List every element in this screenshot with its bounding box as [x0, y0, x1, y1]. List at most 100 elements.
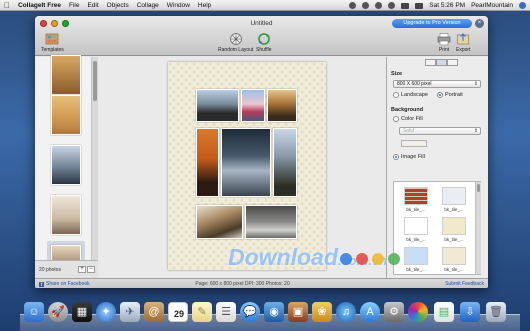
tiles-scroll-thumb[interactable]: [477, 184, 480, 192]
landscape-label: Landscape: [401, 92, 428, 98]
background-tiles-list: bk_tile_... bk_tile_... bk_tile_... bk_t…: [393, 181, 481, 275]
share-facebook-link[interactable]: f Share on Facebook: [39, 279, 90, 288]
upgrade-pro-button[interactable]: Upgrade to Pro Version: [392, 19, 472, 28]
collage-page[interactable]: [168, 62, 326, 270]
size-select[interactable]: 800 X 600 pixel ⇕: [393, 80, 481, 88]
tile-swatch[interactable]: [442, 247, 466, 265]
collage-photo[interactable]: [267, 89, 297, 122]
tab-page[interactable]: [436, 59, 447, 66]
downloads-stack-dock-icon[interactable]: ⇩: [460, 302, 480, 322]
portrait-option[interactable]: Portrait: [437, 92, 463, 98]
collage-photo[interactable]: [241, 89, 265, 122]
photo-thumbnail[interactable]: [51, 95, 81, 135]
shuffle-button[interactable]: Shuffle: [256, 32, 271, 53]
bluetooth-icon[interactable]: [362, 2, 370, 9]
search-icon[interactable]: [519, 2, 526, 9]
select-arrows-icon: ⇕: [473, 128, 478, 134]
contacts-dock-icon[interactable]: @: [144, 302, 164, 322]
time-machine-icon[interactable]: [349, 2, 357, 9]
menubar-clock[interactable]: Sat 5:26 PM: [429, 2, 465, 9]
fill-type-value: Solid: [403, 128, 415, 134]
color-well[interactable]: [401, 140, 427, 147]
tile-swatch[interactable]: [442, 187, 466, 205]
tile-swatch[interactable]: [404, 217, 428, 235]
menubar-user[interactable]: PearlMountain: [471, 2, 513, 9]
tile-label: bk_tile_...: [444, 237, 464, 242]
print-button[interactable]: Print: [437, 32, 451, 53]
wifi-icon[interactable]: [375, 2, 383, 9]
menu-file[interactable]: File: [69, 2, 79, 9]
flag-icon[interactable]: [415, 2, 424, 9]
calendar-dock-icon[interactable]: 29: [168, 302, 188, 322]
menu-app[interactable]: CollageIt Free: [18, 2, 61, 9]
apple-menu-icon[interactable]: : [4, 1, 12, 10]
add-photo-button[interactable]: +: [78, 266, 86, 273]
color-fill-label: Color Fill: [401, 116, 423, 122]
collage-photo[interactable]: [221, 128, 271, 197]
photo-thumbnail[interactable]: [51, 195, 81, 235]
portrait-label: Portrait: [445, 92, 463, 98]
collage-photo[interactable]: [196, 89, 239, 122]
photo-list-panel: 20 photos + −: [35, 55, 98, 288]
collageit-dock-icon[interactable]: [408, 302, 428, 322]
photo-thumbnail[interactable]: [51, 145, 81, 185]
fill-type-select[interactable]: Solid ⇕: [399, 127, 481, 135]
tile-label: bk_tile_...: [406, 237, 426, 242]
collage-photo[interactable]: [273, 128, 297, 197]
mail-dock-icon[interactable]: ✈: [120, 302, 140, 322]
iphoto-dock-icon[interactable]: ❀: [312, 302, 332, 322]
menu-objects[interactable]: Objects: [107, 2, 129, 9]
photo-booth-dock-icon[interactable]: ▣: [288, 302, 308, 322]
submit-feedback-link[interactable]: Submit Feedback: [445, 279, 484, 288]
tile-swatch[interactable]: [442, 217, 466, 235]
menu-help[interactable]: Help: [198, 2, 211, 9]
battery-icon[interactable]: [401, 2, 410, 9]
tiles-scrollbar[interactable]: [475, 182, 481, 274]
collage-photo[interactable]: [196, 128, 219, 197]
random-layout-button[interactable]: Random Layout: [218, 32, 253, 53]
export-button[interactable]: Export: [456, 32, 470, 53]
app-store-dock-icon[interactable]: A: [360, 302, 380, 322]
landscape-radio[interactable]: [393, 92, 399, 98]
tab-layout[interactable]: [425, 59, 436, 66]
print-label: Print: [438, 47, 450, 53]
photo-list-scrollbar[interactable]: [91, 57, 98, 260]
templates-button[interactable]: Templates: [41, 32, 64, 53]
finder-dock-icon[interactable]: ☺: [24, 302, 44, 322]
menu-edit[interactable]: Edit: [87, 2, 98, 9]
color-fill-option[interactable]: Color Fill: [393, 116, 423, 122]
notes-dock-icon[interactable]: ✎: [192, 302, 212, 322]
size-select-value: 800 X 600 pixel: [397, 81, 432, 87]
launchpad-dock-icon[interactable]: 🚀: [48, 302, 68, 322]
system-preferences-dock-icon[interactable]: ⚙: [384, 302, 404, 322]
tile-swatch[interactable]: [404, 187, 428, 205]
safari-dock-icon[interactable]: ✦: [96, 302, 116, 322]
mission-control-dock-icon[interactable]: ▦: [72, 302, 92, 322]
itunes-dock-icon[interactable]: ♫: [336, 302, 356, 322]
portrait-radio[interactable]: [437, 92, 443, 98]
upgrade-close-button[interactable]: ×: [475, 19, 484, 28]
menu-window[interactable]: Window: [167, 2, 190, 9]
menu-bar:  CollageIt Free File Edit Objects Colla…: [0, 0, 530, 11]
reminders-dock-icon[interactable]: ☰: [216, 302, 236, 322]
color-fill-radio[interactable]: [393, 116, 399, 122]
facetime-dock-icon[interactable]: ◉: [264, 302, 284, 322]
remove-photo-button[interactable]: −: [87, 266, 95, 273]
document-dock-icon[interactable]: ▤: [434, 302, 454, 322]
watermark-dots: [340, 253, 400, 265]
page-info: Page: 600 x 800 pixel DPI: 300 Photos: 2…: [195, 281, 290, 287]
export-label: Export: [456, 47, 471, 53]
photo-thumbnail[interactable]: [51, 55, 81, 95]
messages-dock-icon[interactable]: 💬: [240, 302, 260, 322]
menu-collage[interactable]: Collage: [137, 2, 159, 9]
trash-dock-icon[interactable]: 🗑: [486, 302, 506, 322]
image-fill-radio[interactable]: [393, 154, 399, 160]
tile-swatch[interactable]: [404, 247, 428, 265]
photo-list-scroll-thumb[interactable]: [93, 61, 97, 101]
image-fill-option[interactable]: Image Fill: [393, 154, 425, 160]
collage-photo[interactable]: [245, 205, 297, 239]
collage-photo[interactable]: [196, 205, 243, 239]
tab-photo[interactable]: [447, 59, 458, 66]
landscape-option[interactable]: Landscape: [393, 92, 428, 98]
volume-icon[interactable]: [388, 2, 396, 9]
